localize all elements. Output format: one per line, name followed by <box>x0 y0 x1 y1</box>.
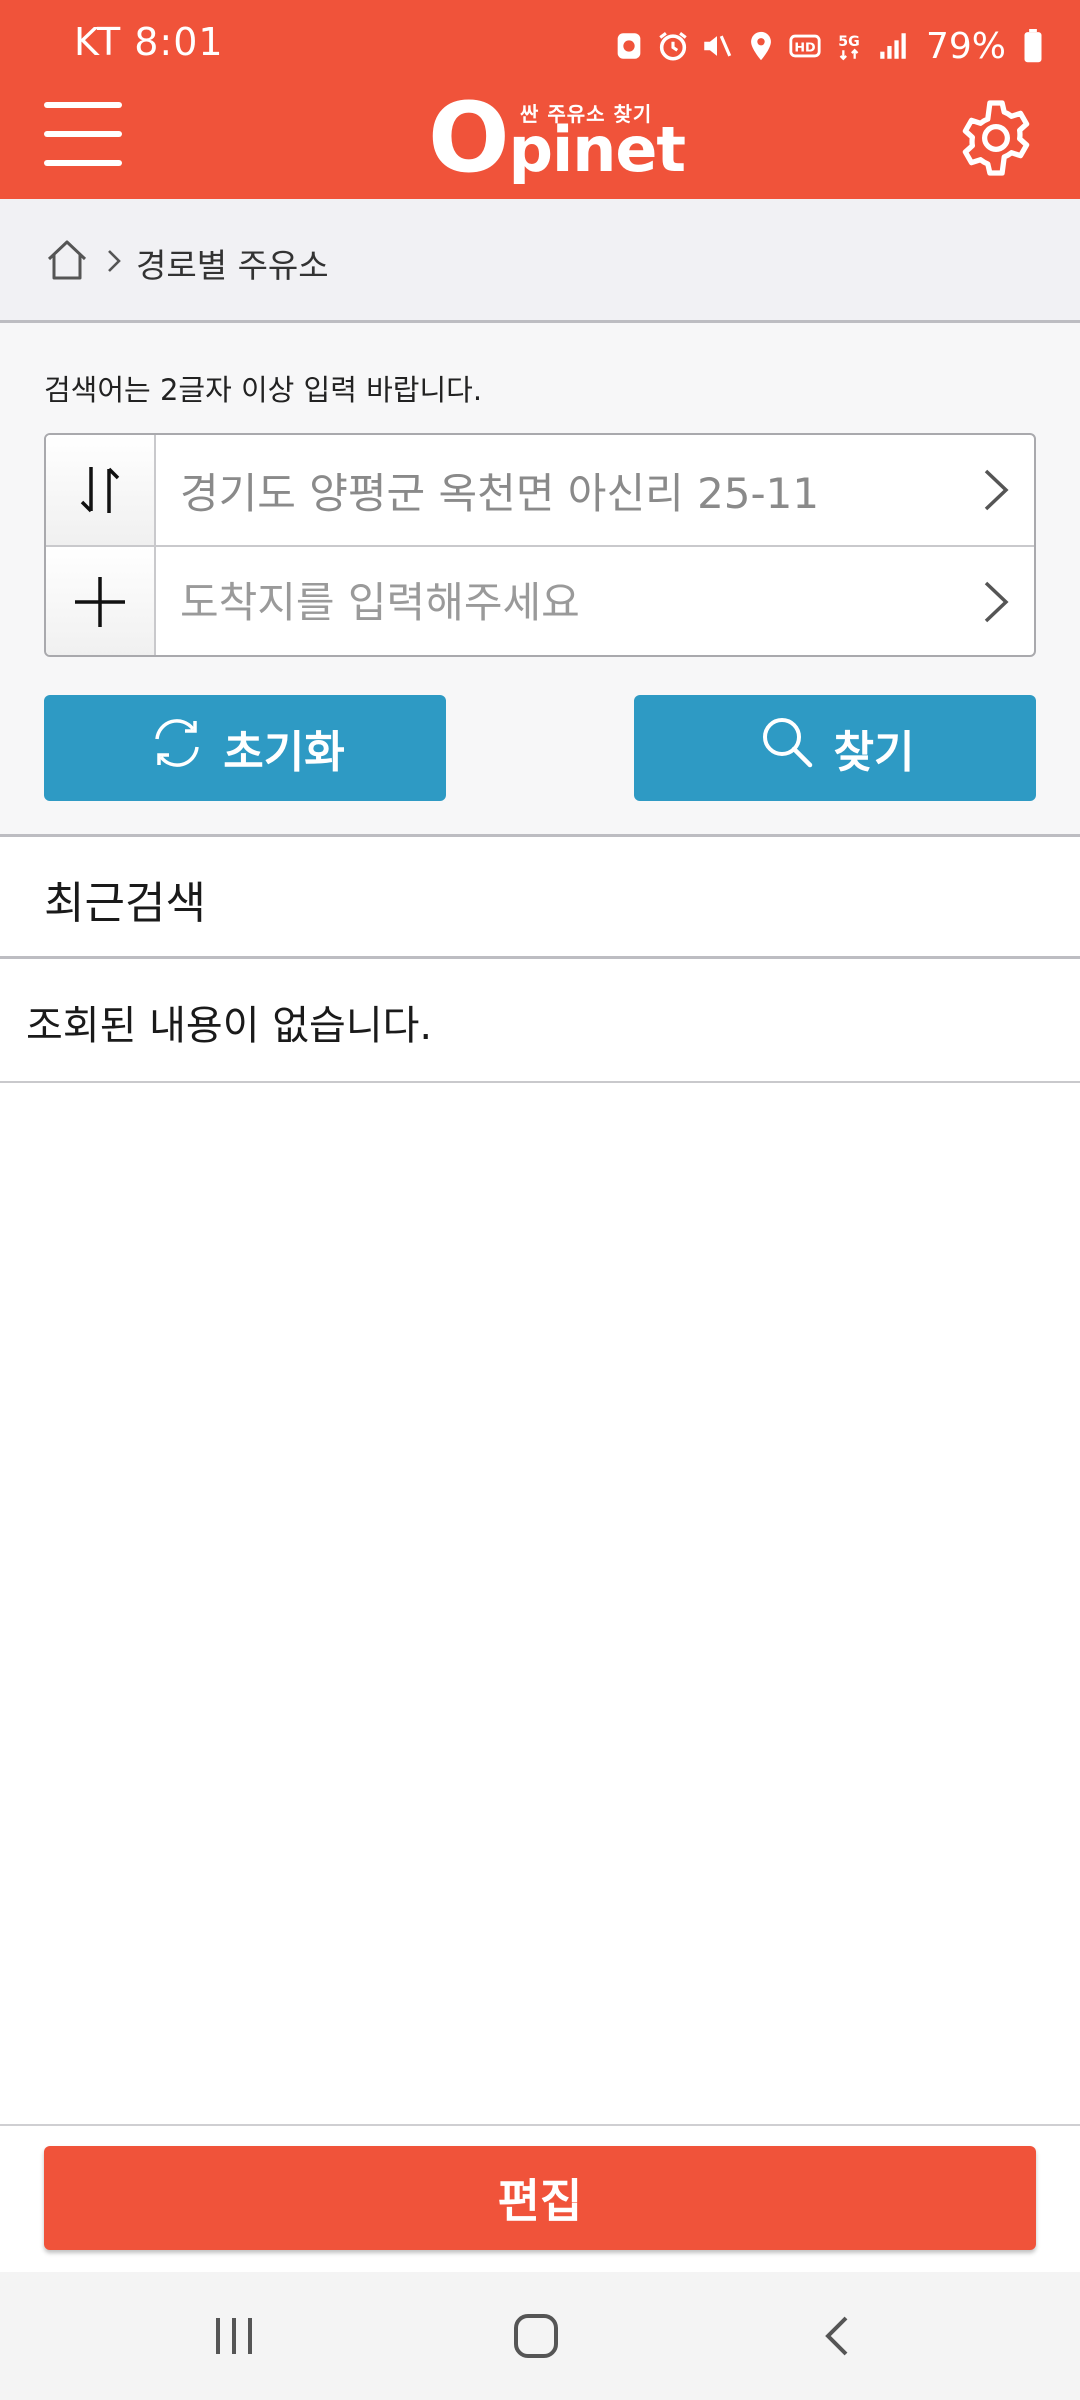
5g-icon: 5G <box>832 29 866 63</box>
chevron-right-icon[interactable] <box>978 577 1014 627</box>
mute-icon <box>700 29 734 63</box>
back-icon[interactable] <box>820 2312 854 2360</box>
logo-tagline: 싼 주유소 찾기 <box>520 102 653 126</box>
svg-text:HD: HD <box>794 41 815 56</box>
app-notification-icon <box>612 29 646 63</box>
recent-search-title: 최근검색 <box>44 878 206 929</box>
gear-icon[interactable] <box>954 96 1038 180</box>
hamburger-menu-icon[interactable] <box>44 102 122 166</box>
battery-icon <box>1016 29 1050 63</box>
origin-row <box>46 435 1034 547</box>
app-header: KT 8:01 HD 5G 79% Opinet 싼 주유소 찾기 <box>0 0 1080 199</box>
chevron-right-icon <box>104 247 124 275</box>
status-icons: HD 5G 79% <box>612 20 1050 72</box>
breadcrumb-current: 경로별 주유소 <box>136 246 329 285</box>
edit-button[interactable]: 편집 <box>44 2146 1036 2250</box>
bottom-action-bar: 편집 <box>0 2124 1080 2272</box>
signal-icon <box>876 29 910 63</box>
route-input-box <box>44 433 1036 657</box>
reset-button[interactable]: 초기화 <box>44 695 446 801</box>
alarm-icon <box>656 29 690 63</box>
chevron-right-icon[interactable] <box>978 465 1014 515</box>
hd-icon: HD <box>788 29 822 63</box>
status-carrier-time: KT 8:01 <box>74 20 224 64</box>
add-waypoint-icon[interactable] <box>46 547 156 655</box>
destination-input[interactable] <box>156 547 956 655</box>
origin-input[interactable] <box>156 435 956 545</box>
find-label: 찾기 <box>833 727 915 778</box>
location-icon <box>744 29 778 63</box>
opinet-logo: Opinet 싼 주유소 찾기 <box>428 88 686 188</box>
find-button[interactable]: 찾기 <box>634 695 1036 801</box>
recent-apps-icon[interactable] <box>212 2314 256 2358</box>
search-hint: 검색어는 2글자 이상 입력 바랍니다. <box>44 373 483 407</box>
recent-search-header: 최근검색 <box>0 837 1080 959</box>
svg-text:5G: 5G <box>838 34 859 50</box>
breadcrumb: 경로별 주유소 <box>0 199 1080 323</box>
system-nav-bar <box>0 2272 1080 2400</box>
route-search-panel: 검색어는 2글자 이상 입력 바랍니다. 경기도 양평군 옥천면 아신리 25-… <box>0 323 1080 837</box>
refresh-icon <box>145 711 209 786</box>
home-nav-icon[interactable] <box>512 2312 560 2360</box>
destination-row <box>46 547 1034 655</box>
reset-label: 초기화 <box>223 727 345 778</box>
home-icon[interactable] <box>44 237 90 283</box>
list-item: 조회된 내용이 없습니다. <box>0 959 1080 1083</box>
empty-message: 조회된 내용이 없습니다. <box>26 1003 433 1049</box>
battery-percent: 79% <box>925 25 1006 67</box>
swap-direction-icon[interactable] <box>46 435 156 545</box>
search-icon <box>756 711 820 786</box>
